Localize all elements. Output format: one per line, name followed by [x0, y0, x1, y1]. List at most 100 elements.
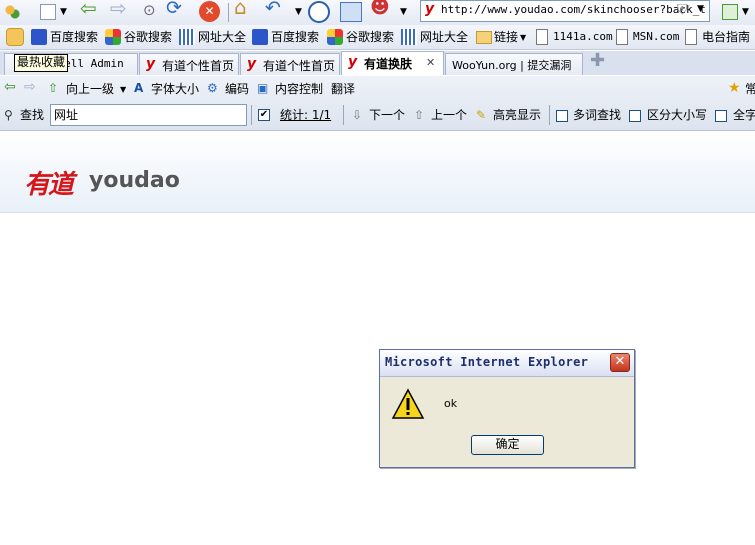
- find-next-button[interactable]: 下一个: [369, 107, 405, 123]
- site-directory-icon: [179, 29, 195, 45]
- youdao-favicon: y: [348, 54, 358, 70]
- findbar-divider: [549, 105, 550, 125]
- multi-word-checkbox[interactable]: [556, 110, 568, 122]
- content-control-icon: ▣: [257, 81, 269, 95]
- tab-label: 有道个性首页: [263, 59, 336, 73]
- back-small-icon[interactable]: ⇦: [4, 79, 16, 95]
- screen-icon[interactable]: [340, 2, 362, 22]
- encoding-icon: ⚙: [207, 81, 218, 95]
- dialog-title: Microsoft Internet Explorer: [385, 355, 589, 369]
- google-icon: [105, 29, 121, 45]
- bookmark-google[interactable]: 谷歌搜索: [346, 29, 394, 45]
- find-prev-button[interactable]: 上一个: [431, 107, 467, 123]
- go-dropdown-icon[interactable]: ▼: [742, 4, 749, 20]
- undo-icon[interactable]: ↶: [265, 0, 281, 18]
- highlight-icon: ✎: [476, 108, 487, 122]
- site-directory-icon: [401, 29, 417, 45]
- find-input[interactable]: 网址: [50, 104, 247, 126]
- links-dropdown-icon[interactable]: ▼: [520, 30, 526, 46]
- whole-word-checkbox[interactable]: [715, 110, 727, 122]
- dialog-titlebar[interactable]: Microsoft Internet Explorer ✕: [380, 350, 634, 377]
- tab-wooyun[interactable]: WooYun.org | 提交漏洞: [445, 53, 583, 75]
- new-tab-icon[interactable]: ✚: [590, 52, 605, 70]
- binoculars-icon: ⚲: [4, 108, 13, 122]
- bookmarks-bar: 百度搜索 谷歌搜索 网址大全 百度搜索 谷歌搜索 网址大全 链接 ▼ 1141a…: [0, 25, 755, 50]
- tab-strip: WebShell Admin y 有道个性首页 y 有道个性首页 y 有道换肤 …: [0, 51, 755, 75]
- bookmark-sitedir[interactable]: 网址大全: [198, 29, 246, 45]
- home-icon[interactable]: ⌂: [234, 0, 247, 17]
- tab-label: 有道个性首页: [162, 59, 235, 73]
- stop-icon[interactable]: ✕: [199, 1, 220, 22]
- alert-dialog: Microsoft Internet Explorer ✕ ok 确定: [379, 349, 635, 468]
- close-tab-icon[interactable]: ✕: [426, 56, 435, 69]
- address-url[interactable]: http://www.youdao.com/skinchooser?back_t: [441, 3, 706, 16]
- forward-icon[interactable]: ⇨: [110, 0, 127, 18]
- youdao-logo-cn[interactable]: 有道: [24, 164, 74, 201]
- baidu-icon: [252, 29, 268, 45]
- findbar-divider: [343, 105, 344, 125]
- youdao-logo-en[interactable]: youdao: [89, 168, 180, 193]
- bookmark-1141a[interactable]: 1141a.com: [553, 29, 613, 45]
- go-icon[interactable]: [722, 4, 738, 20]
- address-bar[interactable]: y http://www.youdao.com/skinchooser?back…: [420, 0, 710, 22]
- bookmark-baidu[interactable]: 百度搜索: [50, 29, 98, 45]
- history-dropdown-icon[interactable]: ⊙: [143, 2, 156, 18]
- new-page-icon[interactable]: [40, 4, 56, 20]
- dialog-message: ok: [444, 397, 458, 410]
- translate-button[interactable]: 翻译: [331, 81, 355, 97]
- users-icon[interactable]: [4, 4, 20, 20]
- highlight-button[interactable]: 高亮显示: [493, 107, 541, 123]
- tooltip: 最热收藏: [14, 54, 69, 72]
- page-icon: [536, 29, 548, 45]
- close-icon[interactable]: ✕: [610, 353, 630, 372]
- star-icon[interactable]: ★: [728, 80, 741, 96]
- tab-youdao-skin[interactable]: y 有道换肤 ✕: [341, 51, 444, 75]
- findbar-divider: [251, 105, 252, 125]
- bookmark-links[interactable]: 链接: [494, 29, 518, 45]
- undo-dropdown-icon[interactable]: ▼: [295, 4, 302, 20]
- page-header: 有道 youdao: [0, 132, 755, 213]
- bookmark-radio[interactable]: 电台指南: [702, 29, 750, 45]
- content-control-button[interactable]: 内容控制: [275, 81, 323, 97]
- address-dropdown-icon[interactable]: ▼: [697, 4, 704, 14]
- refresh-icon[interactable]: ⟳: [166, 0, 182, 18]
- up-level-icon: ⇧: [48, 81, 59, 95]
- user-account-icon[interactable]: ☻: [370, 0, 390, 17]
- bookmark-google[interactable]: 谷歌搜索: [124, 29, 172, 45]
- page-icon: [685, 29, 697, 45]
- forward-small-icon[interactable]: ⇨: [24, 79, 36, 95]
- youdao-favicon: y: [425, 1, 435, 17]
- next-arrow-icon: ⇩: [352, 108, 363, 122]
- warning-icon: [391, 388, 425, 419]
- favorites-heart-icon[interactable]: [6, 28, 24, 46]
- new-page-dropdown-icon[interactable]: ▼: [60, 4, 67, 20]
- google-icon: [327, 29, 343, 45]
- back-icon[interactable]: ⇦: [80, 0, 97, 18]
- bookmark-msn[interactable]: MSN.com: [633, 29, 679, 45]
- find-label: 查找: [20, 108, 45, 122]
- clock-icon[interactable]: [308, 1, 330, 23]
- security-shield-icon[interactable]: ⛨: [677, 2, 688, 18]
- stats-link[interactable]: 统计: 1/1: [280, 107, 331, 123]
- tab-label: 有道换肤: [364, 57, 413, 71]
- ok-button[interactable]: 确定: [471, 435, 544, 455]
- user-dropdown-icon[interactable]: ▼: [400, 4, 407, 20]
- bookmark-sitedir[interactable]: 网址大全: [420, 29, 468, 45]
- tab-youdao-home[interactable]: y 有道个性首页: [139, 53, 239, 75]
- multi-word-label: 多词查找: [573, 108, 622, 122]
- page-icon: [616, 29, 628, 45]
- folder-icon: [476, 31, 492, 44]
- font-size-icon: A: [134, 81, 144, 95]
- favorites-button[interactable]: 常: [745, 81, 755, 97]
- tab-youdao-home[interactable]: y 有道个性首页: [240, 53, 340, 75]
- up-level-dropdown-icon[interactable]: ▼: [120, 82, 126, 98]
- stats-checkbox[interactable]: ✔: [258, 109, 270, 121]
- bookmark-baidu[interactable]: 百度搜索: [271, 29, 319, 45]
- find-toolbar: ⇦ ⇨ ⇧ 向上一级 ▼ A 字体大小 ⚙ 编码 ▣ 内容控制 翻译 ★ 常 ⚲…: [0, 76, 755, 131]
- up-level-button[interactable]: 向上一级: [66, 81, 114, 97]
- whole-word-label: 全字: [733, 108, 755, 122]
- baidu-icon: [31, 29, 47, 45]
- encoding-button[interactable]: 编码: [225, 81, 249, 97]
- match-case-checkbox[interactable]: [629, 110, 641, 122]
- font-size-button[interactable]: 字体大小: [151, 81, 199, 97]
